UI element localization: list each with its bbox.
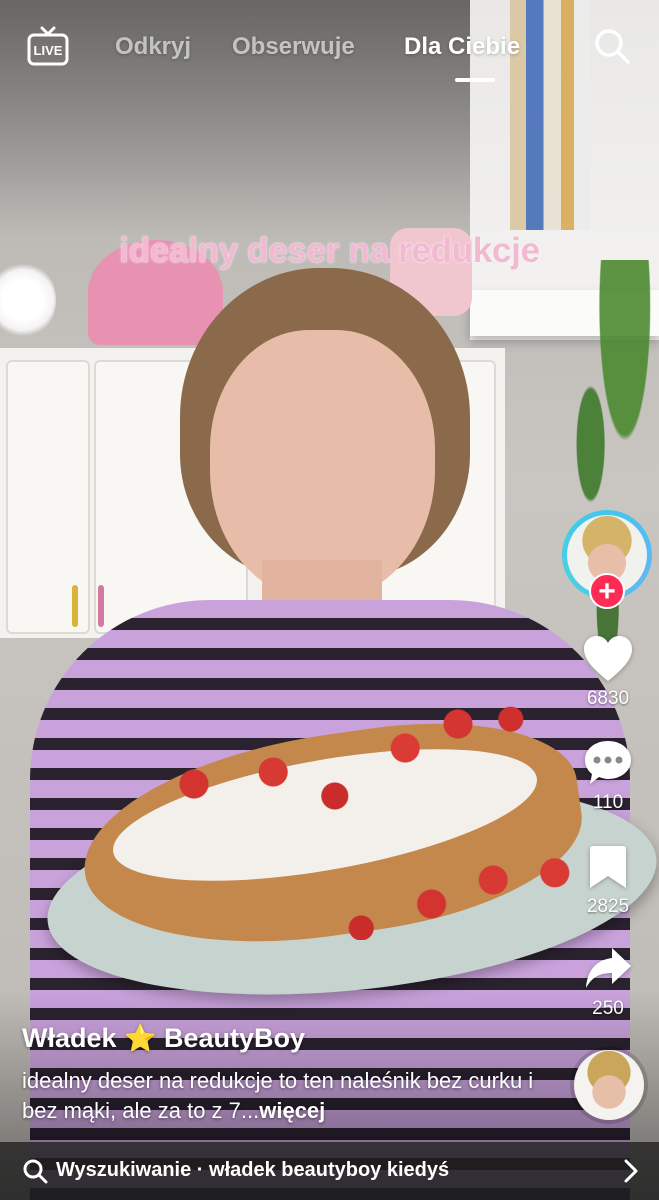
- live-label: LIVE: [34, 43, 63, 58]
- tab-odkryj[interactable]: Odkryj: [115, 33, 191, 61]
- save-button[interactable]: 2825: [558, 842, 658, 918]
- video-frame[interactable]: [0, 0, 659, 1200]
- follow-button[interactable]: +: [589, 573, 625, 609]
- cabinet-knob: [98, 585, 104, 627]
- comment-button[interactable]: 110: [558, 738, 658, 814]
- tab-obserwuje[interactable]: Obserwuje: [232, 33, 355, 61]
- comment-bubble-icon: [585, 741, 631, 784]
- search-small-icon: [23, 1159, 48, 1184]
- author-name[interactable]: Władek ⭐ BeautyBoy: [22, 1023, 305, 1054]
- author-name-last: BeautyBoy: [163, 1023, 305, 1053]
- tab-dla-ciebie[interactable]: Dla Ciebie: [404, 33, 520, 61]
- original-sound-disc[interactable]: [574, 1050, 644, 1120]
- author-name-first: Władek: [22, 1023, 117, 1053]
- top-bar: LIVE Odkryj Obserwuje Dla Ciebie: [0, 0, 659, 92]
- save-count: 2825: [586, 896, 630, 917]
- cabinet-knob: [72, 585, 78, 627]
- like-button[interactable]: 6830: [558, 634, 658, 710]
- plus-icon: +: [598, 575, 616, 608]
- like-count: 6830: [586, 688, 630, 709]
- chevron-right-icon[interactable]: [621, 1157, 641, 1185]
- share-button[interactable]: 250: [558, 944, 658, 1020]
- active-tab-indicator: [455, 78, 495, 82]
- strawberries: [150, 700, 590, 940]
- search-suggestion-bar[interactable]: Wyszukiwanie · władek beautyboy kiedyś: [0, 1142, 659, 1200]
- search-icon[interactable]: [592, 26, 632, 66]
- heart-icon: [584, 636, 632, 681]
- live-tv-icon[interactable]: LIVE: [27, 26, 69, 66]
- star-emoji-icon: ⭐: [124, 1023, 157, 1053]
- video-text-overlay: idealny deser na redukcje: [119, 231, 540, 270]
- comment-count: 110: [592, 792, 624, 813]
- more-link[interactable]: więcej: [259, 1098, 325, 1123]
- bookmark-icon: [590, 846, 626, 888]
- share-count: 250: [592, 998, 624, 1019]
- video-description[interactable]: idealny deser na redukcje to ten naleśni…: [22, 1066, 542, 1126]
- share-arrow-icon: [586, 948, 631, 988]
- search-suggestion-text: Wyszukiwanie · władek beautyboy kiedyś: [56, 1159, 450, 1181]
